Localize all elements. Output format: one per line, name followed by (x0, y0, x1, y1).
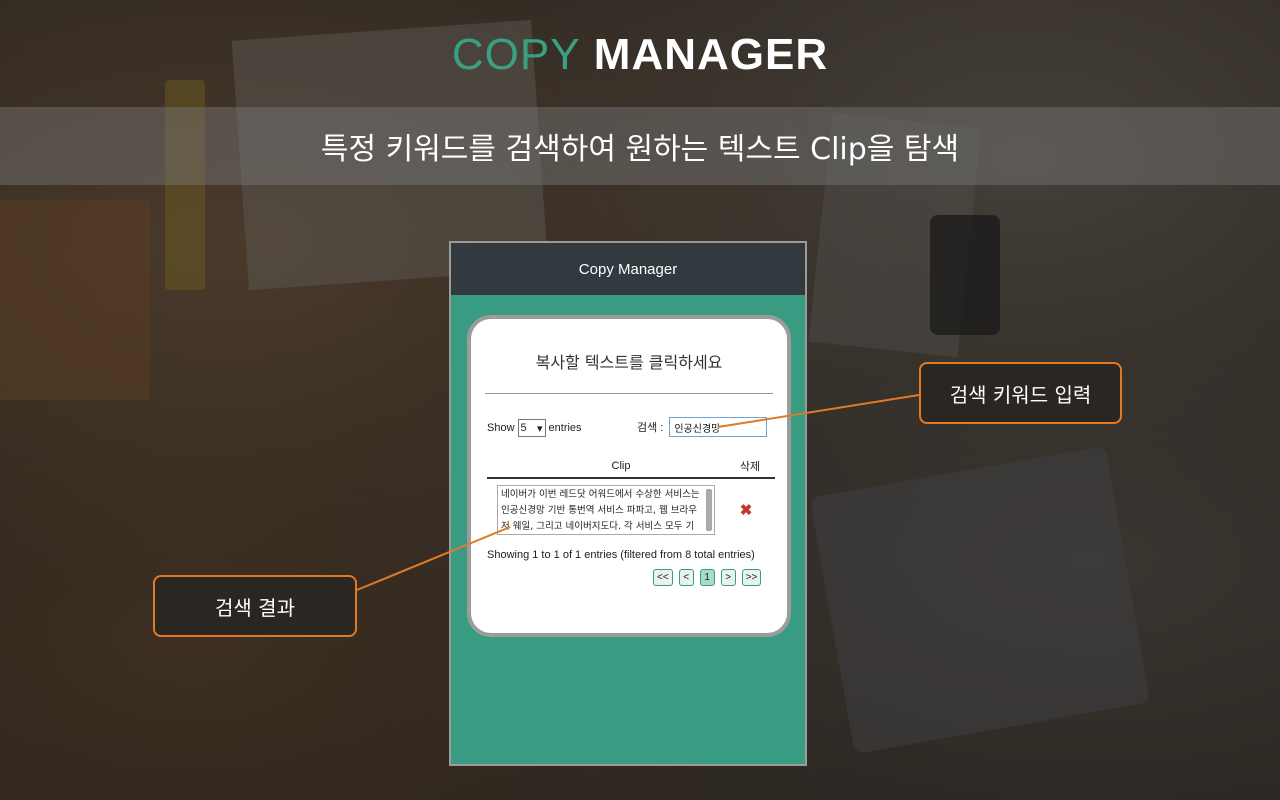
search-group: 검색 : (637, 417, 768, 437)
card-title: 복사할 텍스트를 클릭하세요 (535, 353, 723, 372)
brand-title: COPY MANAGER (0, 30, 1280, 80)
last-page-button[interactable]: >> (741, 569, 762, 586)
clip-table: Clip 삭제 네이버가 이번 레드닷 어워드에서 수상한 서비스는 인공신경망… (487, 455, 775, 535)
column-header-clip[interactable]: Clip (487, 460, 725, 472)
extension-window: Copy Manager 복사할 텍스트를 클릭하세요 Show 5 ▾ ent… (449, 241, 807, 766)
clip-text-box[interactable]: 네이버가 이번 레드닷 어워드에서 수상한 서비스는 인공신경망 기반 통번역 … (497, 485, 715, 535)
chevron-down-icon: ▾ (537, 422, 543, 435)
laptop-decoration (809, 445, 1151, 755)
brand-part-copy: COPY (451, 30, 581, 79)
phone-decoration (930, 215, 1000, 335)
clip-text: 네이버가 이번 레드닷 어워드에서 수상한 서비스는 인공신경망 기반 통번역 … (501, 489, 700, 532)
extension-titlebar: Copy Manager (451, 243, 805, 295)
prev-page-button[interactable]: < (678, 569, 694, 586)
entries-label: entries (548, 422, 582, 434)
banner-text: 특정 키워드를 검색하여 원하는 텍스트 Clip을 탐색 (320, 132, 960, 167)
clip-card: 복사할 텍스트를 클릭하세요 Show 5 ▾ entries 검색 : Cli… (467, 315, 791, 637)
entries-value: 5 (520, 422, 527, 434)
divider (485, 393, 773, 394)
search-input[interactable] (669, 417, 768, 437)
column-header-delete[interactable]: 삭제 (725, 458, 775, 474)
entries-select[interactable]: 5 ▾ (517, 419, 546, 437)
show-label: Show (487, 422, 515, 434)
table-info: Showing 1 to 1 of 1 entries (filtered fr… (487, 549, 755, 561)
callout-result-text: 검색 결과 (215, 595, 295, 620)
page-1-button[interactable]: 1 (699, 569, 715, 586)
description-banner: 특정 키워드를 검색하여 원하는 텍스트 Clip을 탐색 (0, 107, 1280, 185)
close-x-icon[interactable]: ✖ (721, 501, 771, 519)
pagination: << < 1 > >> (653, 569, 762, 586)
clip-scrollbar[interactable] (706, 489, 712, 531)
callout-result: 검색 결과 (153, 575, 357, 637)
first-page-button[interactable]: << (653, 569, 673, 586)
wood-decoration (0, 200, 150, 400)
next-page-button[interactable]: > (720, 569, 736, 586)
table-header: Clip 삭제 (487, 455, 775, 479)
search-label: 검색 : (637, 422, 664, 434)
app-title: Copy Manager (578, 260, 678, 278)
brand-part-manager: MANAGER (593, 30, 829, 79)
entries-length: Show 5 ▾ entries (487, 419, 582, 437)
callout-keyword: 검색 키워드 입력 (919, 362, 1122, 424)
table-row: 네이버가 이번 레드닷 어워드에서 수상한 서비스는 인공신경망 기반 통번역 … (487, 479, 775, 535)
callout-keyword-text: 검색 키워드 입력 (949, 382, 1092, 407)
